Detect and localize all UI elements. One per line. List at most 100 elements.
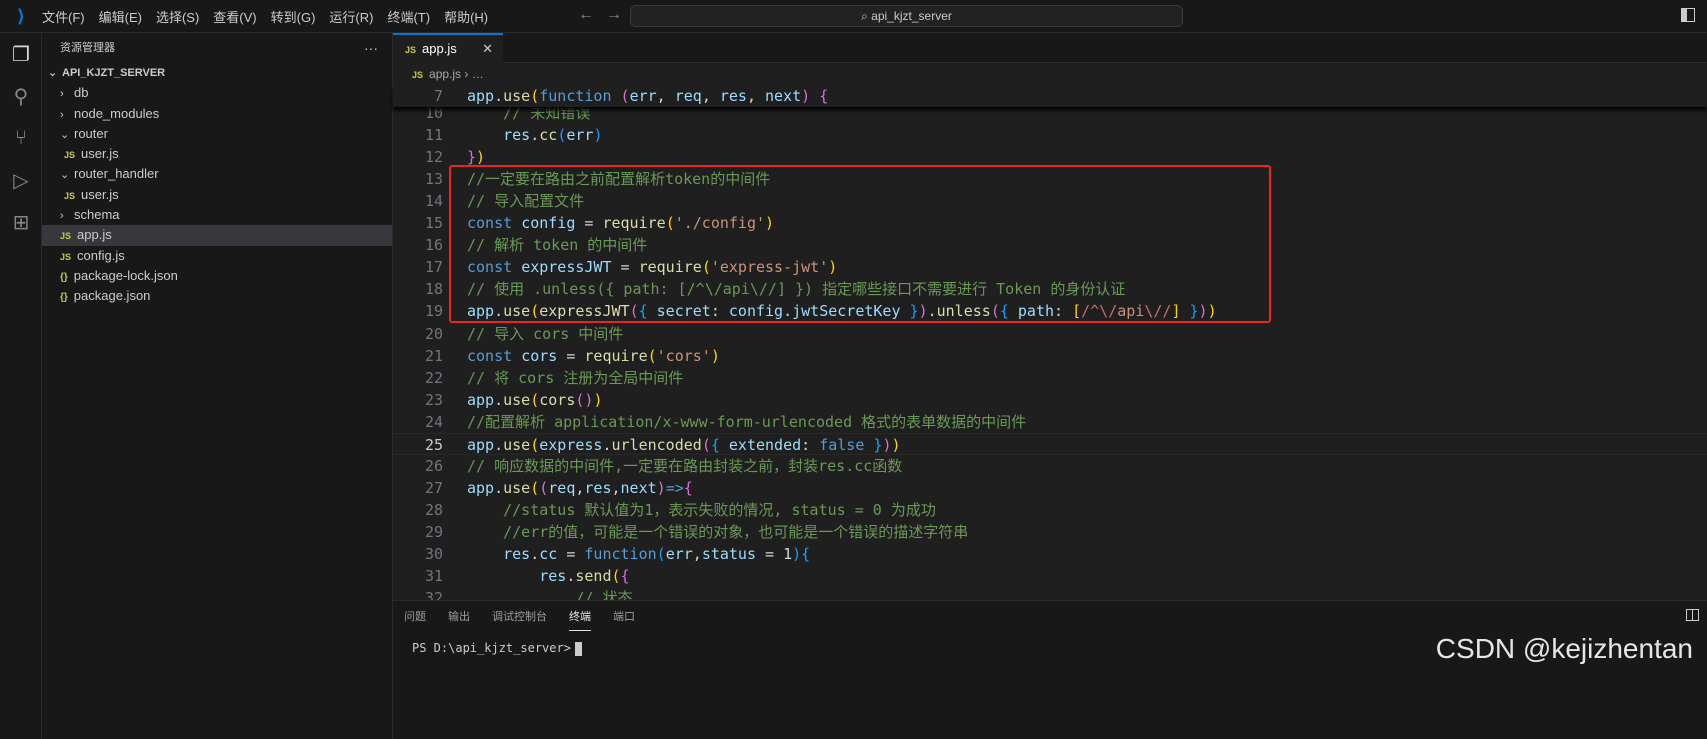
search-icon[interactable]: ⚲ bbox=[0, 75, 42, 117]
code-token: => bbox=[665, 478, 684, 497]
code-token: . bbox=[494, 390, 504, 409]
tree-item-db[interactable]: › db bbox=[42, 83, 392, 103]
explorer-title: 资源管理器 bbox=[60, 42, 115, 54]
extensions-icon[interactable]: ⊞ bbox=[0, 201, 42, 243]
tree-item-node_modules[interactable]: › node_modules bbox=[42, 104, 392, 124]
code-token: { bbox=[801, 545, 811, 563]
close-tab-icon[interactable]: ✕ bbox=[482, 35, 493, 63]
panel-tab[interactable]: 终端 bbox=[569, 602, 591, 631]
code-token: function bbox=[584, 545, 657, 563]
more-actions-icon[interactable]: ··· bbox=[364, 33, 378, 63]
tree-item-router[interactable]: ⌄ router bbox=[42, 124, 392, 144]
code-token: ) bbox=[891, 435, 901, 454]
code-line: 19 app.use(expressJWT({ secret: config.jw… bbox=[393, 300, 1707, 322]
code-token: const bbox=[467, 346, 513, 365]
panel-tab[interactable]: 端口 bbox=[613, 602, 635, 630]
line-number: 16 bbox=[424, 236, 443, 255]
run-debug-icon[interactable]: ▷ bbox=[0, 159, 42, 201]
panel-tab[interactable]: 输出 bbox=[448, 602, 470, 630]
code-text: // 导入配置文件 bbox=[467, 190, 584, 212]
command-center-search[interactable]: ⌕ api_kjzt_server bbox=[630, 5, 1183, 27]
vscode-logo-icon: ⟩ bbox=[16, 5, 26, 26]
code-token: // 响应数据的中间件,一定要在路由封装之前，封装res.cc函数 bbox=[467, 456, 903, 475]
menu-item[interactable]: 选择(S) bbox=[156, 10, 199, 25]
tree-item-app-js[interactable]: JS app.js bbox=[42, 225, 392, 246]
code-token: ( bbox=[611, 567, 621, 586]
breadcrumb-file[interactable]: app.js bbox=[429, 67, 461, 81]
code-token: . bbox=[494, 87, 504, 105]
tab-app-js[interactable]: JS app.js ✕ bbox=[393, 33, 503, 63]
watermark: CSDN @kejizhentan bbox=[1435, 633, 1693, 664]
code-token: . bbox=[494, 435, 504, 454]
menu-item[interactable]: 编辑(E) bbox=[99, 10, 142, 25]
menu-bar: 文件(F) 编辑(E) 选择(S) 查看(V) 转到(G) 运行(R) 终端(T) 帮助(H) bbox=[42, 7, 502, 26]
nav-arrows[interactable]: ←→ bbox=[578, 6, 634, 24]
menu-item[interactable]: 转到(G) bbox=[271, 10, 316, 25]
code-token: cors bbox=[539, 390, 576, 409]
tree-item-label: db bbox=[74, 85, 89, 101]
code-token: . bbox=[494, 478, 504, 497]
editor-area: JS app.js ✕ JS app.js › … 7 app.use(function… bbox=[393, 33, 1707, 607]
code-line: 31 res.send({ bbox=[393, 565, 1707, 587]
explorer-icon[interactable]: ❐ bbox=[0, 33, 42, 75]
menu-item[interactable]: 终端(T) bbox=[387, 10, 430, 25]
tree-item-router_handler[interactable]: ⌄ router_handler bbox=[42, 164, 392, 184]
code-token: use bbox=[503, 302, 531, 321]
code-token: use bbox=[503, 435, 531, 454]
terminal-cursor bbox=[574, 641, 582, 656]
code-token: , bbox=[611, 478, 621, 497]
chevron-down-icon: ⌄ bbox=[60, 128, 70, 141]
menu-item[interactable]: 帮助(H) bbox=[444, 10, 488, 25]
code-token: err bbox=[629, 87, 657, 105]
code-token: : bbox=[710, 302, 729, 321]
code-token: . bbox=[783, 302, 793, 321]
menu-item[interactable]: 运行(R) bbox=[329, 10, 373, 25]
menu-item[interactable]: 文件(F) bbox=[42, 10, 85, 25]
panel-tab[interactable]: 调试控制台 bbox=[492, 602, 547, 630]
code-token: err bbox=[665, 545, 693, 563]
tree-item-label: package-lock.json bbox=[73, 267, 178, 283]
source-control-icon[interactable]: ⑂ bbox=[0, 117, 42, 159]
tree-item-user-js[interactable]: JS user.js bbox=[42, 185, 392, 205]
code-token: . bbox=[927, 302, 937, 321]
code-token: express bbox=[539, 435, 603, 454]
tree-item-package-json[interactable]: {} package.json bbox=[42, 286, 392, 306]
tree-item-user-js[interactable]: JS user.js bbox=[42, 144, 392, 164]
tree-item-schema[interactable]: › schema bbox=[42, 205, 392, 225]
code-token: [ bbox=[1072, 302, 1082, 321]
code-token: 'express-jwt' bbox=[710, 258, 829, 277]
code-token: next bbox=[620, 478, 657, 497]
code-token: ( bbox=[629, 302, 639, 321]
code-token: ( bbox=[539, 478, 549, 497]
menu-item[interactable]: 查看(V) bbox=[213, 10, 256, 25]
code-token: ) bbox=[1207, 302, 1217, 321]
code-token: ) bbox=[593, 126, 603, 145]
terminal-prompt: PS D:\api_kjzt_server> bbox=[412, 641, 571, 655]
code-token: // 解析 token 的中间件 bbox=[467, 236, 648, 255]
code-token: extended bbox=[728, 435, 802, 454]
code-token: , bbox=[746, 87, 766, 105]
breadcrumb[interactable]: JS app.js › … bbox=[393, 63, 1707, 85]
tree-item-config-js[interactable]: JS config.js bbox=[42, 246, 392, 266]
code-token: 1 bbox=[783, 545, 793, 563]
split-terminal-icon[interactable] bbox=[1686, 609, 1699, 621]
line-number: 22 bbox=[424, 368, 443, 387]
panel-tab[interactable]: 问题 bbox=[404, 602, 426, 630]
breadcrumb-symbol[interactable]: … bbox=[472, 67, 484, 81]
tree-item-label: config.js bbox=[77, 247, 125, 263]
code-line: 21 const cors = require('cors') bbox=[393, 345, 1707, 367]
workspace-root[interactable]: ⌄ API_KJZT_SERVER bbox=[42, 63, 392, 83]
code-token: ) bbox=[1198, 302, 1208, 321]
code-token: app bbox=[467, 302, 495, 321]
tree-item-package-lock-json[interactable]: {} package-lock.json bbox=[42, 266, 392, 286]
code-line: 20 // 导入 cors 中间件 bbox=[393, 323, 1707, 345]
line-number: 13 bbox=[424, 170, 443, 189]
toggle-sidebar-icon[interactable] bbox=[1681, 8, 1695, 22]
search-text: api_kjzt_server bbox=[871, 9, 952, 23]
js-file-icon: JS bbox=[64, 190, 76, 201]
